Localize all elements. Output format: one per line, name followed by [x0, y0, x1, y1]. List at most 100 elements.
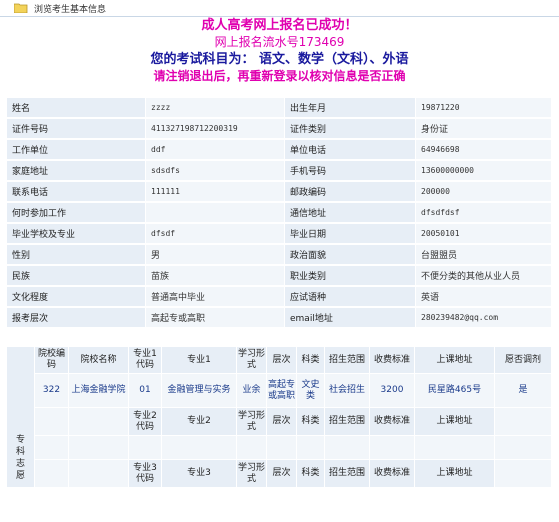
field-value: 20050101: [416, 224, 552, 245]
field-label: 文化程度: [7, 287, 146, 308]
field-value: dfsdf: [146, 224, 285, 245]
info-row: 何时参加工作 通信地址 dfsdfdsf: [7, 203, 552, 224]
info-row: 性别男政治面貌 台盟盟员: [7, 245, 552, 266]
header-school-code: 院校编码: [35, 347, 69, 374]
field-label: 毕业日期: [285, 224, 416, 245]
empty-cell: [267, 436, 297, 460]
field-label: 职业类别: [285, 266, 416, 287]
field-value: dfsdfdsf: [416, 203, 552, 224]
field-label: 政治面貌: [285, 245, 416, 266]
study-form: 业余: [237, 374, 267, 408]
fee: 3200: [370, 374, 415, 408]
header-level: 层次: [267, 408, 297, 436]
field-label: email地址: [285, 308, 416, 329]
field-value: 411327198712200319: [146, 119, 285, 140]
empty-cell: [495, 408, 552, 436]
info-row: 报考层次 高起专或高职 email地址 280239482@qq.com: [7, 308, 552, 329]
field-label: 证件号码: [7, 119, 146, 140]
header-study-form: 学习形式: [237, 408, 267, 436]
info-row: 民族 苗族 职业类别 不便分类的其他从业人员: [7, 266, 552, 287]
empty-cell: [162, 436, 237, 460]
field-label: 证件类别: [285, 119, 416, 140]
field-label: 民族: [7, 266, 146, 287]
header-enroll-scope: 招生范围: [325, 347, 370, 374]
field-value: 身份证: [416, 119, 552, 140]
empty-cell: [35, 460, 69, 488]
field-value: 英语: [416, 287, 552, 308]
header-fee: 收费标准: [370, 460, 415, 488]
info-row: 联系电话 111111 邮政编码 200000: [7, 182, 552, 203]
basic-info-table: 姓名 zzzz 出生年月 19871220 证件号码 411327198712200319…: [7, 98, 552, 329]
field-label: 家庭地址: [7, 161, 146, 182]
header-enroll-scope: 招生范围: [325, 408, 370, 436]
folder-icon: [14, 3, 28, 13]
field-label: 通信地址: [285, 203, 416, 224]
header-class-address: 上课地址: [415, 408, 495, 436]
field-label: 何时参加工作: [7, 203, 146, 224]
header-category: 科类: [297, 347, 325, 374]
field-label: 性别: [7, 245, 146, 266]
field-label: 毕业学校及专业: [7, 224, 146, 245]
field-value: 男: [146, 245, 285, 266]
exam-subjects: 您的考试科目为： 语文、数学（文科）、外语: [150, 52, 409, 67]
empty-cell: [35, 436, 69, 460]
success-message: 成人高考网上报名已成功！: [201, 18, 358, 33]
field-value: 高起专或高职: [146, 308, 285, 329]
field-value: 苗族: [146, 266, 285, 287]
info-row: 毕业学校及专业 dfsdf 毕业日期 20050101: [7, 224, 552, 245]
adjust: 是: [495, 374, 552, 408]
field-value: 200000: [416, 182, 552, 203]
school-name: 上海金融学院: [69, 374, 129, 408]
empty-cell: [129, 436, 162, 460]
field-label: 单位电话: [285, 140, 416, 161]
field-label: 手机号码: [285, 161, 416, 182]
header-adjust: 愿否调剂: [495, 347, 552, 374]
success-banner: 成人高考网上报名已成功！ 网上报名流水号173469 您的考试科目为： 语文、数…: [0, 16, 559, 96]
enroll-scope: 社会招生: [325, 374, 370, 408]
field-value: ddf: [146, 140, 285, 161]
info-row: 证件号码 411327198712200319 证件类别 身份证: [7, 119, 552, 140]
header-school-name: 院校名称: [69, 347, 129, 374]
field-label: 邮政编码: [285, 182, 416, 203]
field-value: 不便分类的其他从业人员: [416, 266, 552, 287]
major1-name: 金融管理与实务: [162, 374, 237, 408]
header-study-form: 学习形式: [237, 460, 267, 488]
field-label: 工作单位: [7, 140, 146, 161]
volunteer-table: 专科志愿 院校编码 院校名称 专业1代码 专业1 学习形式 层次 科类 招生范围…: [7, 347, 552, 488]
major1-code: 01: [129, 374, 162, 408]
header-category: 科类: [297, 408, 325, 436]
field-value: 台盟盟员: [416, 245, 552, 266]
serial-number: 网上报名流水号173469: [214, 35, 345, 49]
empty-cell: [69, 460, 129, 488]
header-class-address: 上课地址: [415, 347, 495, 374]
field-value: 280239482@qq.com: [416, 308, 552, 329]
level: 高起专或高职: [267, 374, 297, 408]
logout-notice: 请注销退出后，再重新登录以核对信息是否正确: [153, 69, 406, 83]
header-study-form: 学习形式: [237, 347, 267, 374]
field-label: 出生年月: [285, 98, 416, 119]
header-class-address: 上课地址: [415, 460, 495, 488]
field-value: 64946698: [416, 140, 552, 161]
school-code: 322: [35, 374, 69, 408]
field-label: 联系电话: [7, 182, 146, 203]
info-row: 家庭地址 sdsdfs 手机号码 13600000000: [7, 161, 552, 182]
field-value: 111111: [146, 182, 285, 203]
field-value: zzzz: [146, 98, 285, 119]
field-value: 13600000000: [416, 161, 552, 182]
empty-cell: [495, 436, 552, 460]
header-level: 层次: [267, 347, 297, 374]
header-fee: 收费标准: [370, 347, 415, 374]
empty-cell: [495, 460, 552, 488]
field-label: 应试语种: [285, 287, 416, 308]
info-row: 文化程度 普通高中毕业 应试语种 英语: [7, 287, 552, 308]
window-title: 浏览考生基本信息: [34, 5, 107, 15]
header-major3-code: 专业3代码: [129, 460, 162, 488]
empty-cell: [297, 436, 325, 460]
header-major2: 专业2: [162, 408, 237, 436]
header-major2-code: 专业2代码: [129, 408, 162, 436]
empty-cell: [69, 436, 129, 460]
header-fee: 收费标准: [370, 408, 415, 436]
field-value: sdsdfs: [146, 161, 285, 182]
empty-cell: [325, 436, 370, 460]
info-row: 工作单位 ddf 单位电话 64946698: [7, 140, 552, 161]
